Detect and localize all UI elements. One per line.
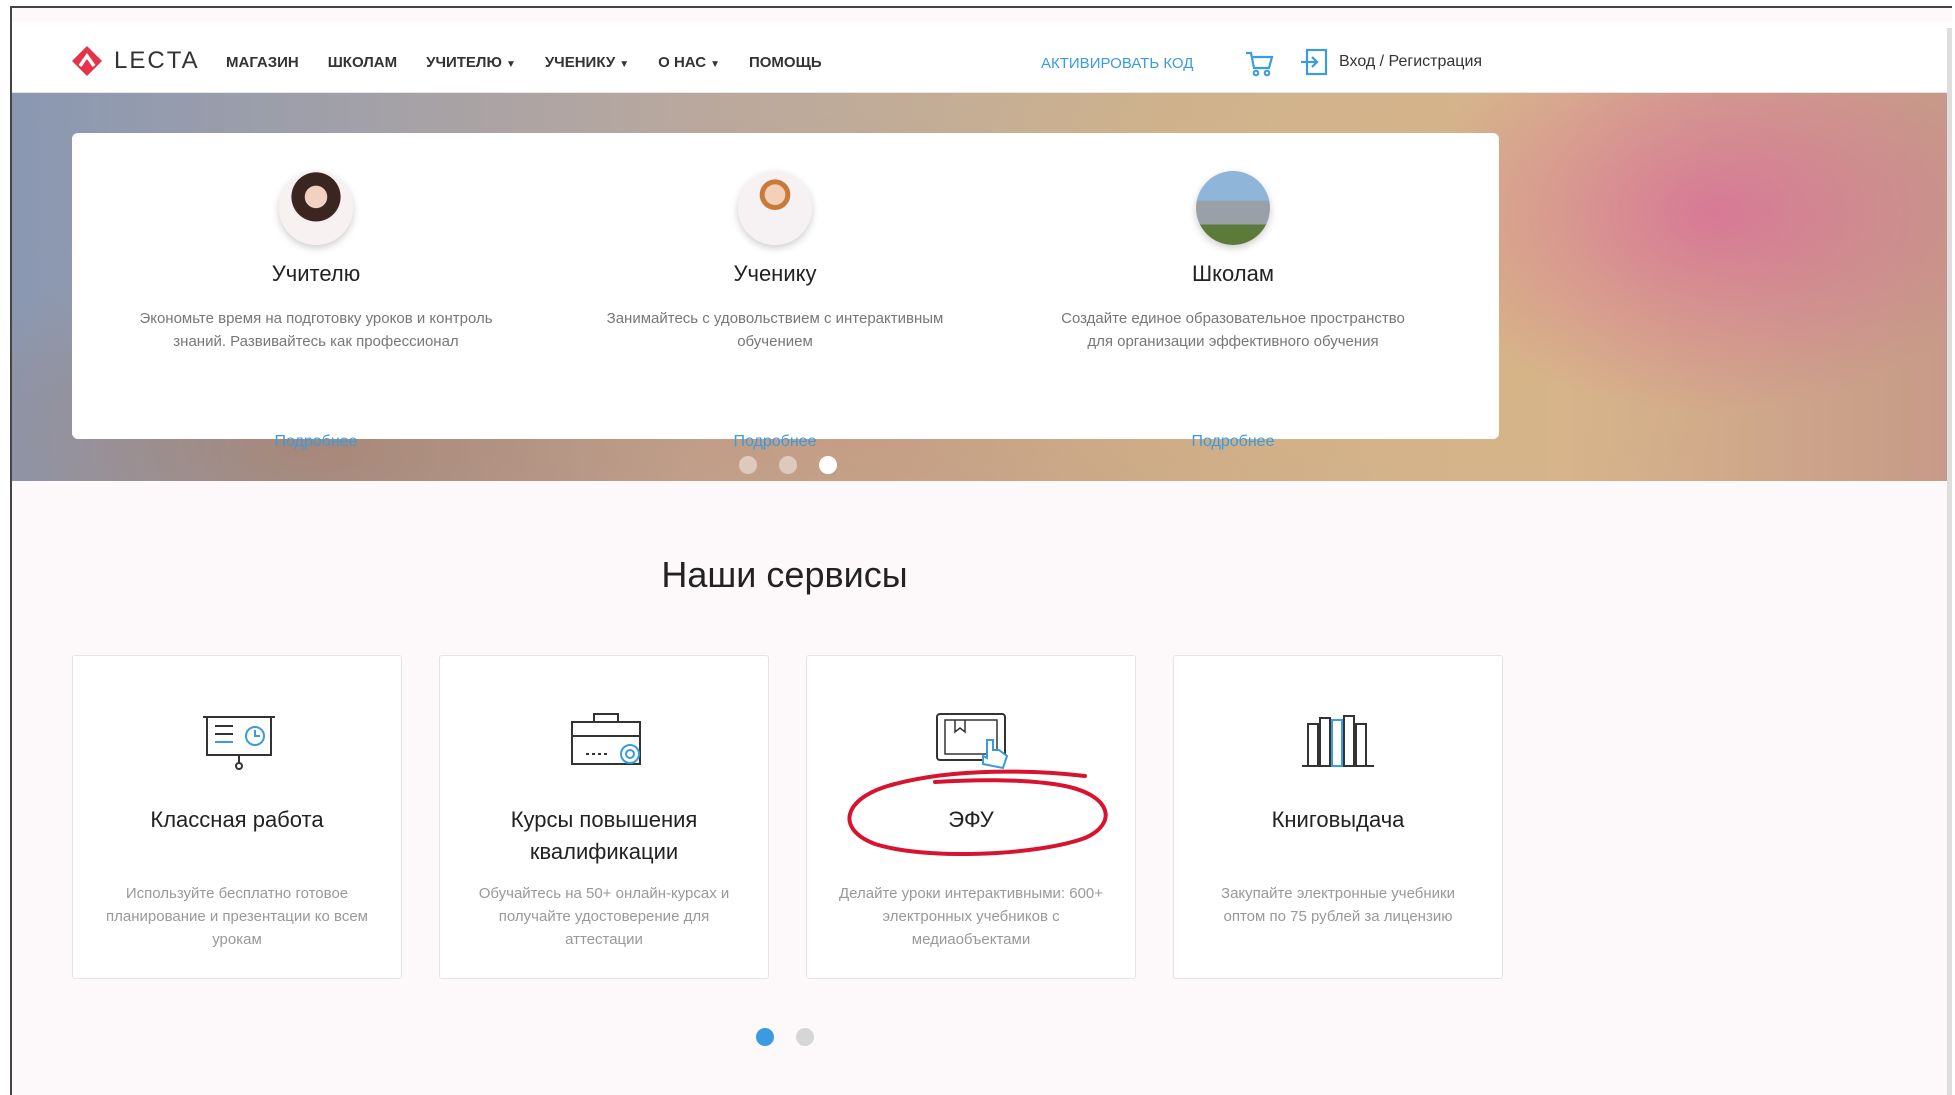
service-title: Книговыдача xyxy=(1271,807,1405,832)
nav-about[interactable]: О НАС ▼ xyxy=(658,54,720,71)
service-card-courses[interactable]: Курсы повышения квалификации Обучайтесь … xyxy=(439,655,769,979)
school-avatar xyxy=(1196,171,1270,245)
service-description: Используйте бесплатно готовое планирован… xyxy=(106,885,368,948)
scrollbar[interactable] xyxy=(1947,28,1952,1095)
nav-help[interactable]: ПОМОЩЬ xyxy=(749,54,822,71)
more-link-teacher[interactable]: Подробнее xyxy=(106,433,526,451)
audience-title: Учителю xyxy=(271,261,361,286)
service-description: Закупайте электронные учебники оптом по … xyxy=(1221,885,1455,925)
nav-student[interactable]: УЧЕНИКУ ▼ xyxy=(545,54,629,71)
briefcase-certificate-icon xyxy=(571,713,641,765)
audience-description: Создайте единое образовательное простран… xyxy=(1061,310,1405,350)
audience-card: Учителю Экономьте время на подготовку ур… xyxy=(72,133,1499,450)
hero-carousel-dots xyxy=(739,456,837,474)
login-link[interactable]: Вход / Регистрация xyxy=(1299,48,1482,76)
nav-about-label: О НАС xyxy=(658,54,707,71)
carousel-dot-active[interactable] xyxy=(756,1028,774,1046)
nav-shop[interactable]: МАГАЗИН xyxy=(226,54,299,71)
audience-teacher: Учителю Экономьте время на подготовку ур… xyxy=(106,171,526,450)
nav-student-label: УЧЕНИКУ xyxy=(544,54,616,71)
more-link-schools[interactable]: Подробнее xyxy=(1023,433,1443,451)
nav-schools-label: ШКОЛАМ xyxy=(327,54,398,71)
nav-schools[interactable]: ШКОЛАМ xyxy=(328,54,397,71)
cart-icon[interactable] xyxy=(1244,50,1274,78)
nav-teacher-label: УЧИТЕЛЮ xyxy=(426,54,502,71)
annotation-ellipse xyxy=(847,769,1108,856)
site-header: LECTA МАГАЗИН ШКОЛАМ УЧИТЕЛЮ ▼ УЧЕНИКУ ▼ О… xyxy=(12,22,1952,93)
service-card-class-work[interactable]: Классная работа Используйте бесплатно го… xyxy=(72,655,402,979)
services-heading: Наши сервисы xyxy=(661,554,908,595)
service-title: Курсы повышения квалификации xyxy=(510,807,698,864)
student-avatar xyxy=(738,171,812,245)
service-description: Обучайтесь на 50+ онлайн-курсах и получа… xyxy=(478,885,730,948)
login-label: Вход / Регистрация xyxy=(1339,53,1483,70)
hero-banner: Учителю Экономьте время на подготовку ур… xyxy=(12,93,1952,481)
audience-title: Ученику xyxy=(733,261,817,286)
tablet-touch-icon xyxy=(936,713,1009,770)
audience-schools: Школам Создайте единое образовательное п… xyxy=(1023,171,1443,450)
service-title: Классная работа xyxy=(150,807,324,832)
service-card-book-distribution[interactable]: Книговыдача Закупайте электронные учебни… xyxy=(1173,655,1503,979)
audience-title: Школам xyxy=(1192,261,1274,286)
login-icon xyxy=(1301,48,1328,76)
carousel-dot[interactable] xyxy=(779,456,797,474)
audience-description: Занимайтесь с удовольствием с интерактив… xyxy=(606,310,944,350)
teacher-avatar xyxy=(279,171,353,245)
lecta-logo[interactable]: LECTA xyxy=(70,44,200,78)
main-nav: МАГАЗИН ШКОЛАМ УЧИТЕЛЮ ▼ УЧЕНИКУ ▼ О НАС ▼ … xyxy=(226,54,822,71)
nav-help-label: ПОМОЩЬ xyxy=(748,54,822,71)
activate-code-link[interactable]: АКТИВИРОВАТЬ КОД xyxy=(1041,55,1193,72)
more-link-student[interactable]: Подробнее xyxy=(565,433,985,451)
browser-viewport: LECTA МАГАЗИН ШКОЛАМ УЧИТЕЛЮ ▼ УЧЕНИКУ ▼ О… xyxy=(10,6,1952,1095)
carousel-dot[interactable] xyxy=(739,456,757,474)
audience-student: Ученику Занимайтесь с удовольствием с ин… xyxy=(565,171,985,450)
carousel-dot[interactable] xyxy=(796,1028,814,1046)
bookshelf-icon xyxy=(1302,715,1374,767)
nav-shop-label: МАГАЗИН xyxy=(226,54,299,71)
audience-description: Экономьте время на подготовку уроков и к… xyxy=(139,310,493,350)
caret-down-icon: ▼ xyxy=(710,59,720,70)
lecta-logo-icon xyxy=(72,46,102,76)
nav-teacher[interactable]: УЧИТЕЛЮ ▼ xyxy=(426,54,516,71)
carousel-dot-active[interactable] xyxy=(819,456,837,474)
caret-down-icon: ▼ xyxy=(505,59,516,70)
services-carousel-dots xyxy=(756,1028,814,1046)
logo-text: LECTA xyxy=(114,47,200,74)
service-description: Делайте уроки интерактивными: 600+ элект… xyxy=(838,885,1104,948)
caret-down-icon: ▼ xyxy=(619,59,630,70)
presentation-board-icon xyxy=(203,716,275,770)
